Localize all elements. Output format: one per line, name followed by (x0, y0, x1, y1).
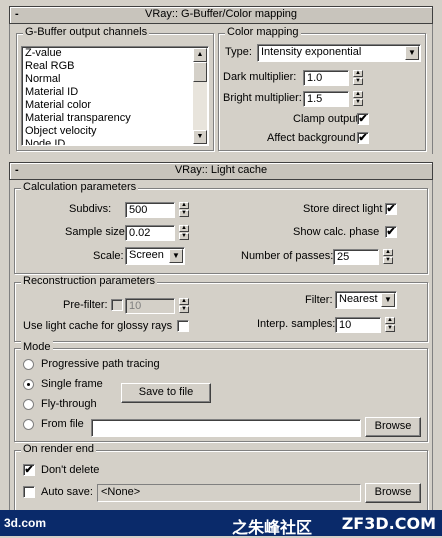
chevron-down-icon[interactable]: ▼ (169, 249, 183, 263)
calc-params-title: Calculation parameters (21, 181, 139, 193)
gbuffer-rollout-body: G-Buffer output channels Z-value Real RGB… (9, 24, 433, 154)
dark-multiplier-spinner[interactable]: ▲ ▼ (353, 70, 363, 86)
lightcache-rollout-title: VRay:: Light cache (174, 164, 268, 176)
mode-option-label: Single frame (41, 378, 103, 390)
clamp-output-label: Clamp output (293, 113, 359, 125)
chevron-down-icon[interactable]: ▼ (381, 293, 395, 307)
dark-multiplier-field[interactable]: 1.0 (303, 70, 349, 86)
watermark-banner: 3d.com 之朱峰社区 ZF3D.COM (0, 510, 442, 537)
mode-radio[interactable] (23, 379, 34, 390)
prefilter-field[interactable]: 10 (125, 298, 175, 314)
mode-title: Mode (21, 341, 53, 353)
affect-background-label: Affect background (267, 132, 356, 144)
color-mapping-group: Color mapping Type: Intensity exponentia… (218, 26, 426, 151)
num-passes-field[interactable]: 25 (333, 249, 379, 265)
filter-value: Nearest (339, 293, 378, 305)
channel-list-item[interactable]: Node ID (22, 138, 208, 145)
filter-label: Filter: (305, 294, 333, 306)
mode-option-label: Progressive path tracing (41, 358, 160, 370)
watermark-left: 3d.com (4, 516, 47, 530)
glossy-rays-checkbox[interactable] (177, 320, 189, 332)
show-calc-phase-label: Show calc. phase (293, 226, 380, 238)
auto-save-label: Auto save: (41, 486, 93, 498)
mode-group: Mode Progressive path tracing Single fram… (14, 341, 428, 442)
affect-background-checkbox[interactable]: ✔ (357, 132, 369, 144)
mode-radio[interactable] (23, 419, 34, 430)
gbuffer-rollout-title: VRay:: G-Buffer/Color mapping (144, 8, 298, 20)
interp-samples-label: Interp. samples: (257, 318, 336, 330)
glossy-rays-label: Use light cache for glossy rays (23, 320, 173, 332)
scroll-up-icon[interactable]: ▲ (193, 48, 207, 62)
scale-label: Scale: (93, 250, 124, 262)
gbuffer-rollout-header[interactable]: - VRay:: G-Buffer/Color mapping (9, 6, 433, 24)
calc-params-group: Calculation parameters Subdivs: 500 ▲ ▼ S… (14, 181, 428, 274)
output-channels-title: G-Buffer output channels (23, 26, 150, 38)
num-passes-label: Number of passes: (241, 250, 334, 262)
num-passes-spinner[interactable]: ▲ ▼ (383, 249, 393, 265)
scroll-down-icon[interactable]: ▼ (193, 130, 207, 144)
browse-autosave-button[interactable]: Browse (365, 483, 421, 503)
channels-listbox[interactable]: Z-value Real RGB Normal Material ID Material… (21, 46, 209, 146)
scale-value: Screen (129, 249, 164, 261)
lightcache-rollout-header[interactable]: - VRay:: Light cache (9, 162, 433, 180)
color-mapping-title: Color mapping (225, 26, 301, 38)
radio-dot-icon (27, 383, 30, 386)
prefilter-label: Pre-filter: (63, 299, 108, 311)
show-calc-phase-checkbox[interactable]: ✔ (385, 226, 397, 238)
clamp-output-checkbox[interactable]: ✔ (357, 113, 369, 125)
store-direct-light-label: Store direct light (303, 203, 383, 215)
channel-list-item[interactable]: Normal (22, 73, 208, 86)
chevron-down-icon[interactable]: ▼ (405, 46, 419, 60)
subdivs-spinner[interactable]: ▲ ▼ (179, 202, 189, 218)
dont-delete-checkbox[interactable]: ✔ (23, 464, 35, 476)
mode-radio[interactable] (23, 399, 34, 410)
filter-dropdown[interactable]: Nearest ▼ (335, 291, 397, 309)
channels-scrollbar[interactable]: ▲ ▼ (193, 48, 207, 144)
channel-list-item[interactable]: Material transparency (22, 112, 208, 125)
browse-button[interactable]: Browse (365, 417, 421, 437)
sample-size-label: Sample size: (65, 226, 128, 238)
output-channels-group: G-Buffer output channels Z-value Real RGB… (16, 26, 214, 151)
lightcache-rollout-body: Calculation parameters Subdivs: 500 ▲ ▼ S… (9, 180, 433, 511)
save-to-file-button[interactable]: Save to file (121, 383, 211, 403)
from-file-path-field[interactable] (91, 419, 361, 437)
auto-save-checkbox[interactable] (23, 486, 35, 498)
channel-list-item[interactable]: Real RGB (22, 60, 208, 73)
on-render-end-title: On render end (21, 443, 96, 455)
channel-list-item[interactable]: Object velocity (22, 125, 208, 138)
subdivs-field[interactable]: 500 (125, 202, 175, 218)
dont-delete-label: Don't delete (41, 464, 100, 476)
type-label: Type: (225, 46, 252, 58)
mode-radio[interactable] (23, 359, 34, 370)
recon-params-title: Reconstruction parameters (21, 275, 158, 287)
bright-multiplier-spinner[interactable]: ▲ ▼ (353, 91, 363, 107)
interp-samples-field[interactable]: 10 (335, 317, 381, 333)
sample-size-spinner[interactable]: ▲ ▼ (179, 225, 189, 241)
channel-list-item[interactable]: Material color (22, 99, 208, 112)
interp-samples-spinner[interactable]: ▲ ▼ (385, 317, 395, 333)
scroll-thumb[interactable] (193, 62, 207, 82)
type-value: Intensity exponential (261, 46, 362, 58)
channel-list-item[interactable]: Material ID (22, 86, 208, 99)
prefilter-checkbox[interactable] (111, 299, 123, 311)
prefilter-spinner[interactable]: ▲ ▼ (179, 298, 189, 314)
auto-save-path-field[interactable]: <None> (97, 484, 361, 502)
bright-multiplier-label: Bright multiplier: (223, 92, 302, 104)
watermark-mid: 之朱峰社区 (232, 520, 313, 537)
watermark-right: ZF3D.COM (341, 514, 436, 533)
mode-option-label: Fly-through (41, 398, 97, 410)
sample-size-field[interactable]: 0.02 (125, 225, 175, 241)
scale-dropdown[interactable]: Screen ▼ (125, 247, 185, 265)
channel-list-item[interactable]: Z-value (22, 47, 208, 60)
on-render-end-group: On render end ✔ Don't delete Auto save: … (14, 443, 428, 511)
store-direct-light-checkbox[interactable]: ✔ (385, 203, 397, 215)
type-dropdown[interactable]: Intensity exponential ▼ (257, 44, 421, 62)
mode-option-label: From file (41, 418, 84, 430)
recon-params-group: Reconstruction parameters Pre-filter: 10… (14, 275, 428, 342)
dark-multiplier-label: Dark multiplier: (223, 71, 297, 83)
subdivs-label: Subdivs: (69, 203, 112, 215)
bright-multiplier-field[interactable]: 1.5 (303, 91, 349, 107)
